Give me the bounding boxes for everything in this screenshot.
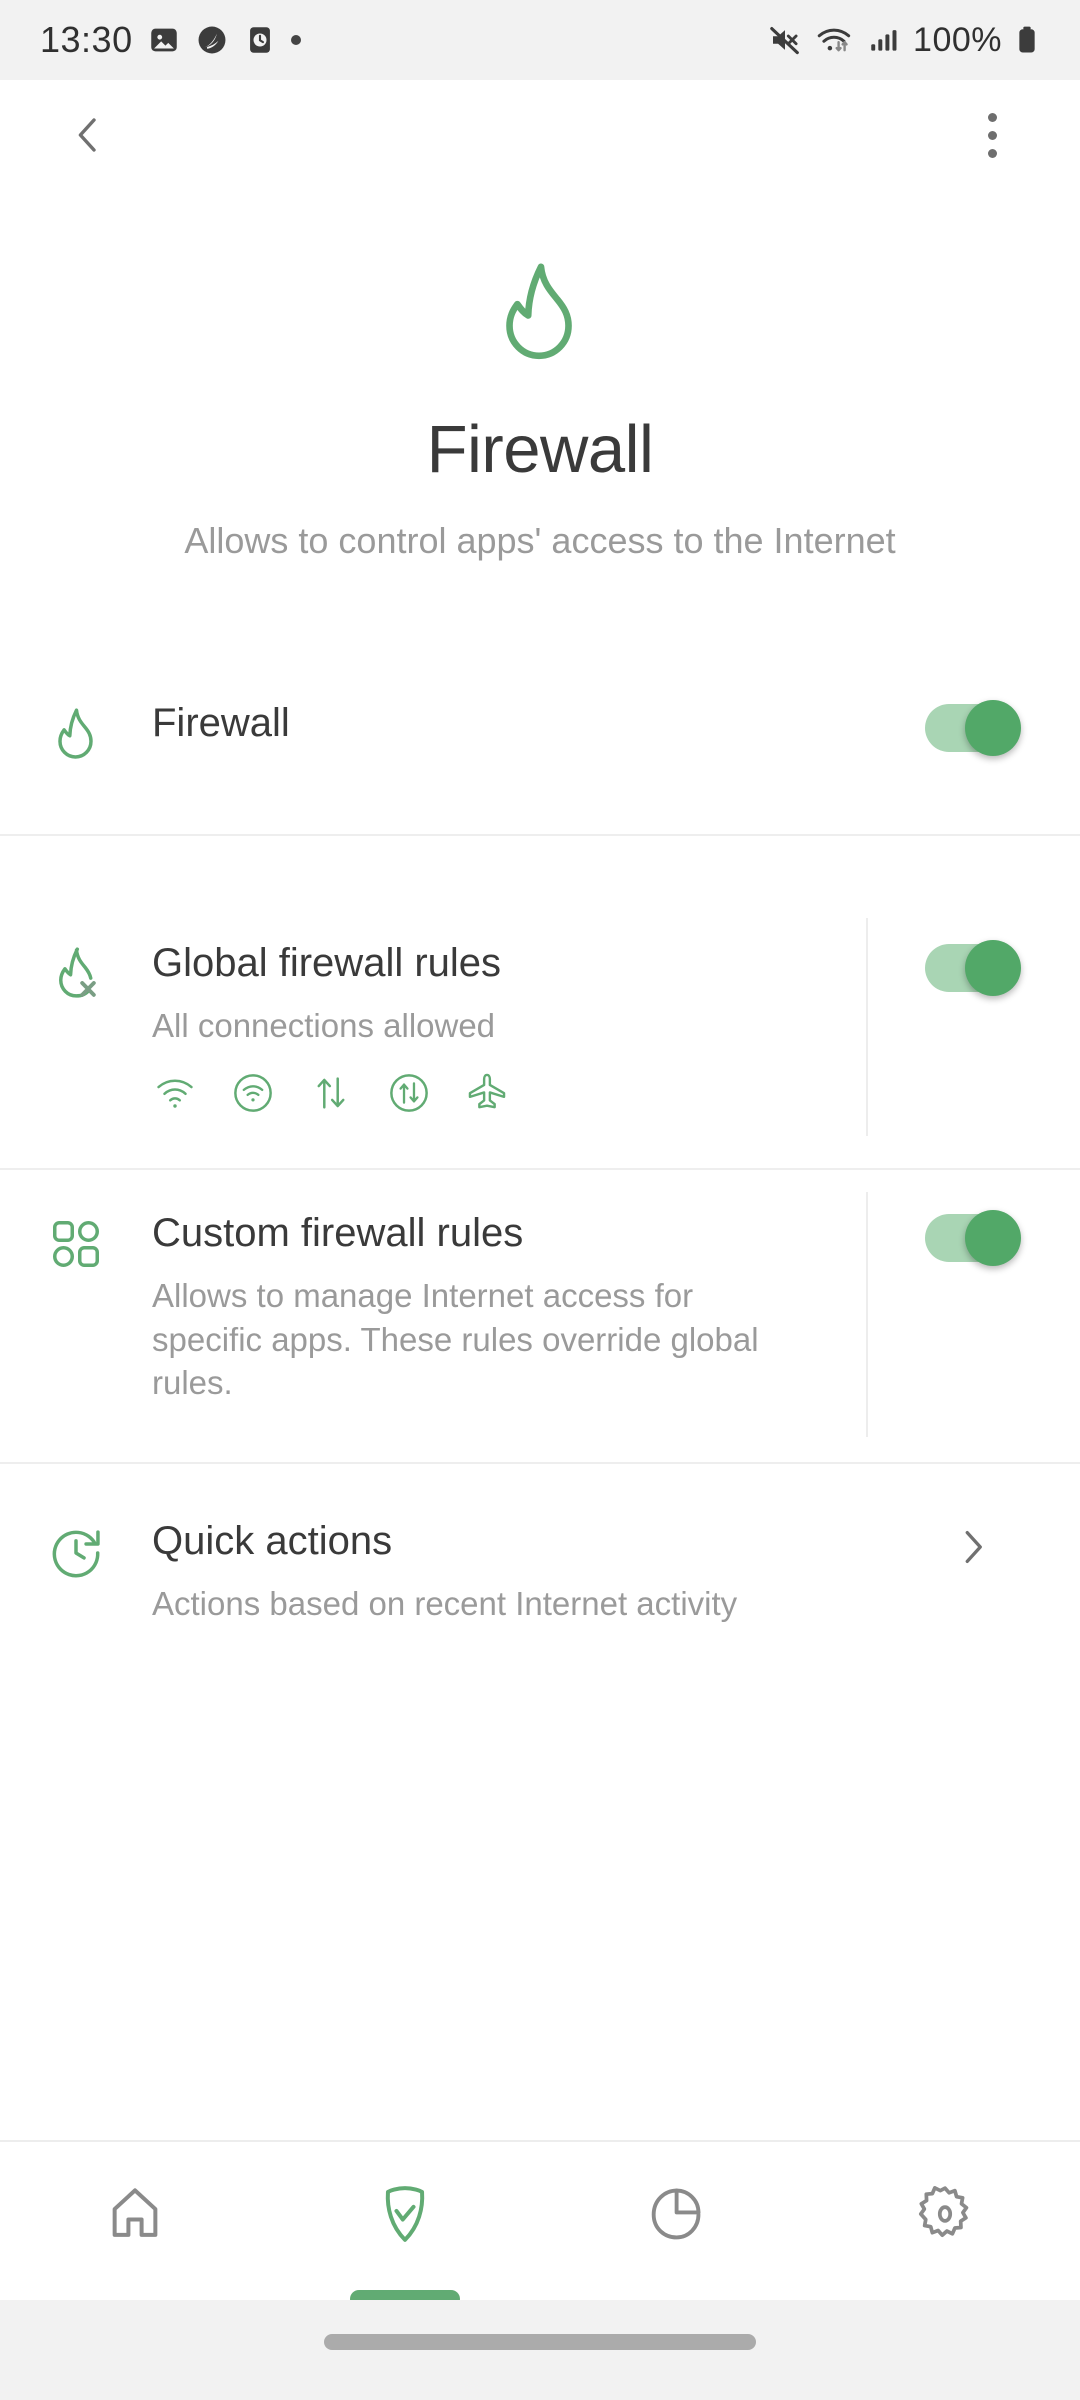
row-quick-actions[interactable]: Quick actions Actions based on recent In… bbox=[0, 1518, 1080, 1626]
row-quick-actions-body: Quick actions Actions based on recent In… bbox=[152, 1518, 866, 1626]
firewall-toggle[interactable] bbox=[925, 700, 1021, 756]
pie-chart-icon bbox=[643, 2182, 707, 2246]
alarm-clock-icon bbox=[243, 23, 277, 57]
more-vertical-icon bbox=[988, 149, 997, 158]
system-gesture-bar bbox=[0, 2300, 1080, 2400]
nav-item-settings[interactable] bbox=[810, 2142, 1080, 2300]
page-header: Firewall Allows to control apps' access … bbox=[0, 255, 1080, 562]
vertical-divider bbox=[866, 1192, 868, 1437]
row-firewall-icon-wrap bbox=[0, 700, 152, 766]
app-screen: 13:30 bbox=[0, 0, 1080, 2400]
divider bbox=[0, 1168, 1080, 1170]
status-bar: 13:30 bbox=[0, 0, 1080, 80]
status-bar-left: 13:30 bbox=[40, 19, 301, 61]
custom-firewall-rules-toggle[interactable] bbox=[925, 1210, 1021, 1266]
app-circle-icon bbox=[195, 23, 229, 57]
chevron-right-icon bbox=[950, 1524, 996, 1570]
flame-icon bbox=[45, 704, 107, 766]
row-global-toggle-wrap bbox=[866, 940, 1080, 1116]
status-bar-right: 100% bbox=[767, 21, 1040, 60]
app-bar bbox=[0, 80, 1080, 190]
row-custom-title: Custom firewall rules bbox=[152, 1210, 836, 1256]
page-title: Firewall bbox=[0, 411, 1080, 488]
row-quick-actions-title: Quick actions bbox=[152, 1518, 836, 1564]
nav-item-home[interactable] bbox=[0, 2142, 270, 2300]
mobile-data-roaming-icon bbox=[386, 1070, 432, 1116]
row-firewall-body: Firewall bbox=[152, 700, 866, 766]
nav-item-statistics[interactable] bbox=[540, 2142, 810, 2300]
gear-icon bbox=[912, 2181, 978, 2247]
row-firewall-title: Firewall bbox=[152, 700, 836, 746]
wifi-data-icon bbox=[815, 22, 855, 58]
history-clock-icon bbox=[45, 1522, 107, 1584]
more-vertical-icon bbox=[988, 131, 997, 140]
row-global-firewall-rules[interactable]: Global firewall rules All connections al… bbox=[0, 940, 1080, 1116]
signal-bars-icon bbox=[867, 23, 901, 57]
divider bbox=[0, 1462, 1080, 1464]
hero-flame-icon-wrap bbox=[0, 255, 1080, 373]
nav-item-protection[interactable] bbox=[270, 2142, 540, 2300]
wifi-icon bbox=[152, 1070, 198, 1116]
row-global-icon-wrap bbox=[0, 940, 152, 1116]
back-button[interactable] bbox=[56, 103, 120, 167]
toggle-thumb bbox=[965, 1210, 1021, 1266]
global-firewall-rules-toggle[interactable] bbox=[925, 940, 1021, 996]
row-custom-toggle-wrap bbox=[866, 1210, 1080, 1405]
row-quick-actions-icon-wrap bbox=[0, 1518, 152, 1626]
grid-apps-icon bbox=[46, 1214, 106, 1274]
dot-icon bbox=[291, 35, 301, 45]
airplane-mode-icon bbox=[464, 1070, 510, 1116]
toggle-thumb bbox=[965, 940, 1021, 996]
mobile-data-icon bbox=[308, 1070, 354, 1116]
row-custom-icon-wrap bbox=[0, 1210, 152, 1405]
row-quick-actions-description: Actions based on recent Internet activit… bbox=[152, 1582, 836, 1626]
bottom-navigation bbox=[0, 2140, 1080, 2300]
battery-percent-label: 100% bbox=[913, 21, 1002, 60]
status-bar-clock: 13:30 bbox=[40, 19, 133, 61]
battery-icon bbox=[1014, 23, 1040, 57]
row-global-description: All connections allowed bbox=[152, 1004, 836, 1048]
chevron-left-icon bbox=[64, 111, 112, 159]
divider bbox=[0, 834, 1080, 836]
row-firewall-toggle-wrap bbox=[866, 700, 1080, 766]
row-global-body: Global firewall rules All connections al… bbox=[152, 940, 866, 1116]
global-rules-chip-row bbox=[152, 1070, 836, 1116]
row-firewall[interactable]: Firewall bbox=[0, 700, 1080, 766]
row-custom-body: Custom firewall rules Allows to manage I… bbox=[152, 1210, 866, 1405]
row-custom-firewall-rules[interactable]: Custom firewall rules Allows to manage I… bbox=[0, 1210, 1080, 1405]
flame-icon bbox=[481, 255, 599, 373]
home-gesture-pill[interactable] bbox=[324, 2334, 756, 2350]
row-custom-description: Allows to manage Internet access for spe… bbox=[152, 1274, 812, 1405]
page-subtitle: Allows to control apps' access to the In… bbox=[0, 520, 1080, 562]
wifi-roaming-icon bbox=[230, 1070, 276, 1116]
flame-off-icon bbox=[45, 944, 107, 1006]
overflow-menu-button[interactable] bbox=[960, 103, 1024, 167]
row-global-title: Global firewall rules bbox=[152, 940, 836, 986]
vertical-divider bbox=[866, 918, 868, 1136]
image-icon bbox=[147, 23, 181, 57]
more-vertical-icon bbox=[988, 113, 997, 122]
row-quick-actions-chevron-wrap[interactable] bbox=[866, 1518, 1080, 1626]
mute-icon bbox=[767, 22, 803, 58]
home-icon bbox=[102, 2181, 168, 2247]
toggle-thumb bbox=[965, 700, 1021, 756]
shield-check-icon bbox=[372, 2181, 438, 2247]
